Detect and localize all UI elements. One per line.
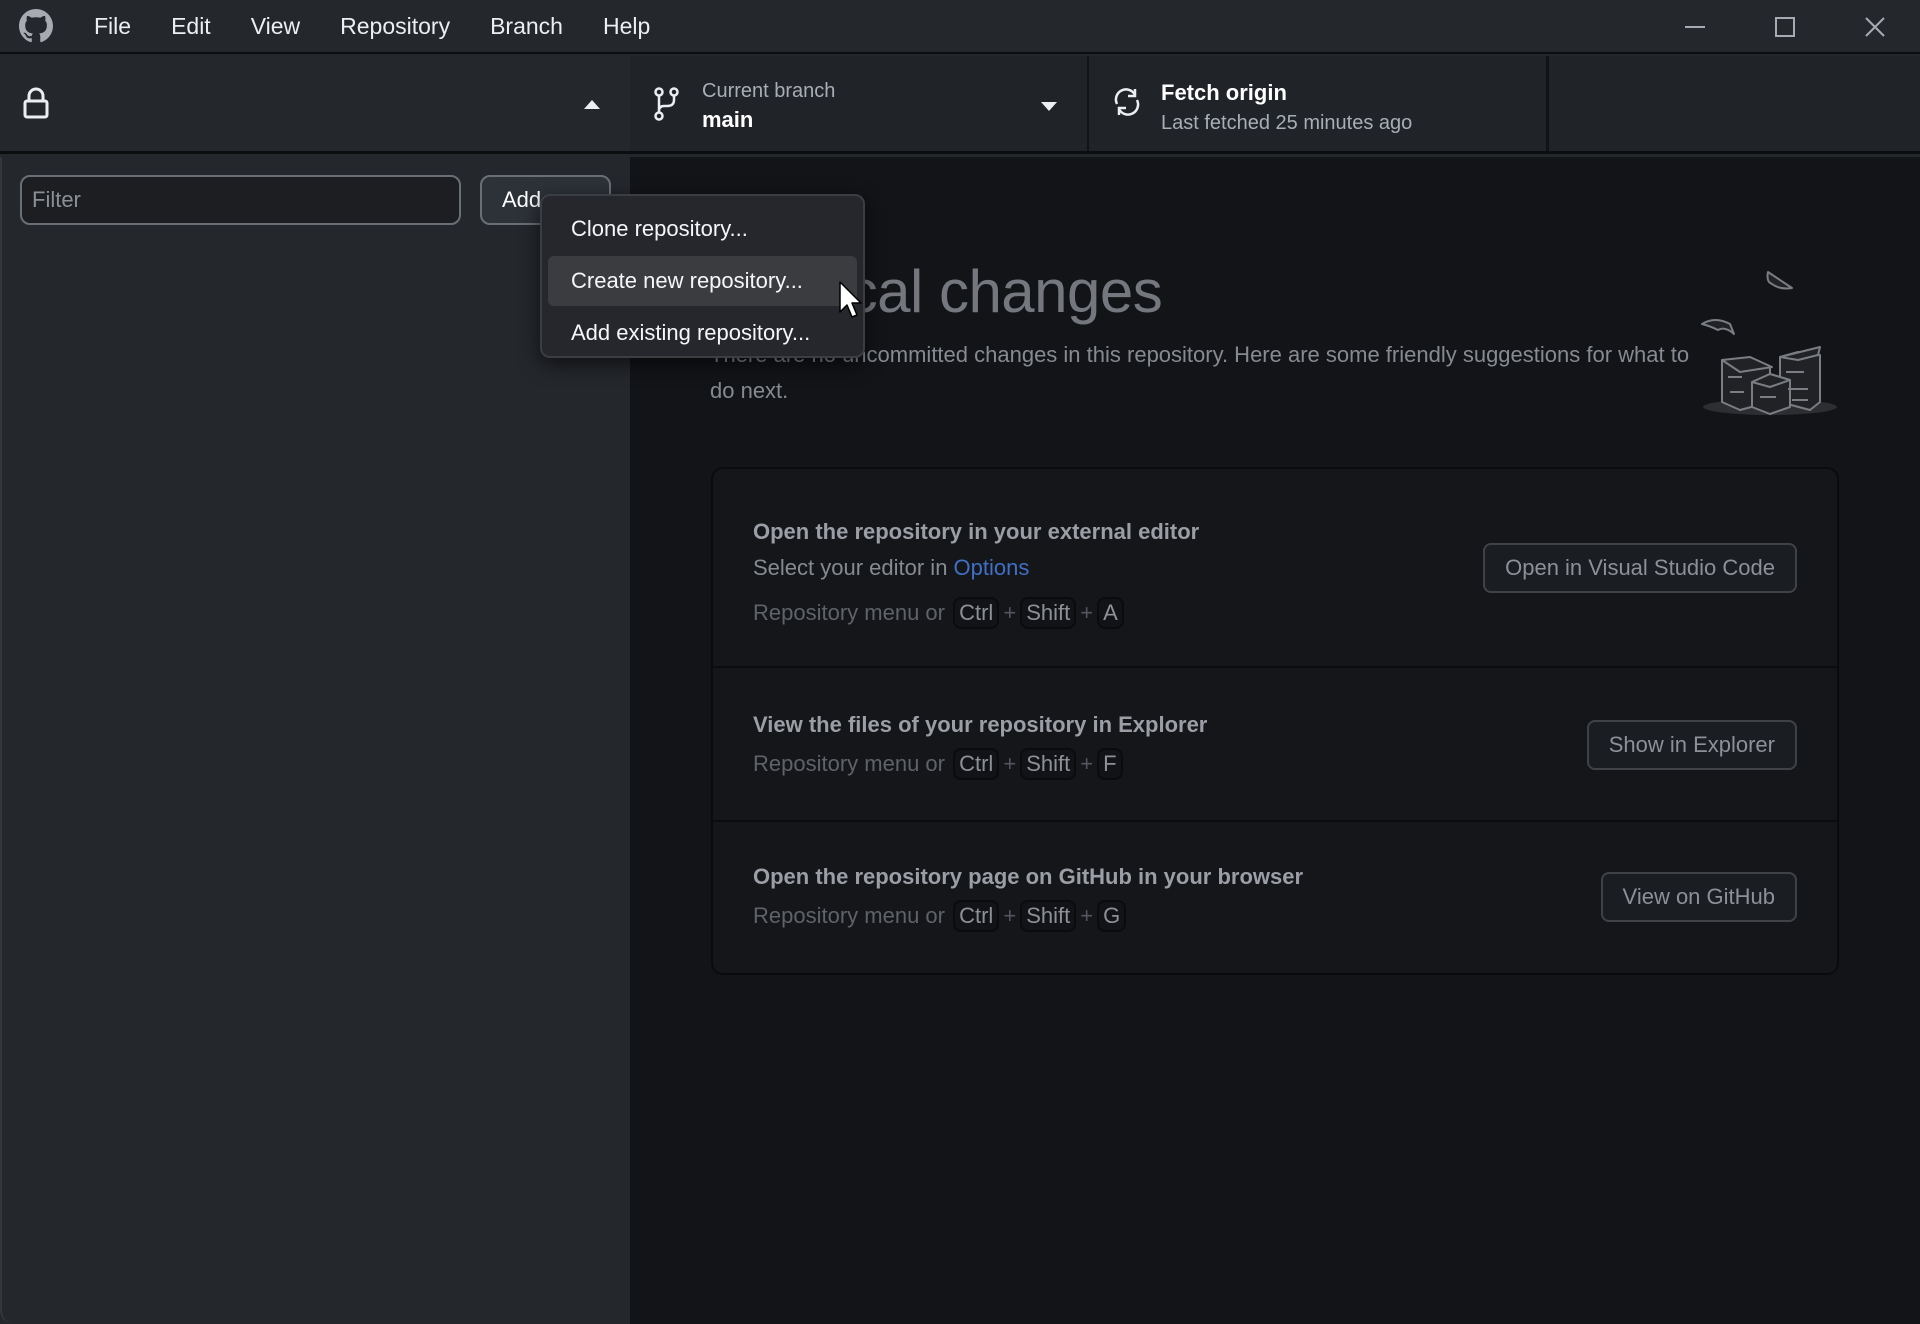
key-a: A bbox=[1097, 597, 1124, 629]
key-separator: + bbox=[1080, 903, 1094, 928]
key-ctrl: Ctrl bbox=[953, 900, 1000, 932]
show-in-explorer-button[interactable]: Show in Explorer bbox=[1586, 720, 1797, 770]
current-branch-name: main bbox=[702, 107, 754, 132]
keyboard-shortcut: Repository menu or Ctrl + Shift + A bbox=[753, 597, 1126, 629]
key-separator: + bbox=[1003, 903, 1017, 928]
current-branch-button[interactable]: Current branch main bbox=[630, 56, 1089, 151]
suggestion-title: Open the repository in your external edi… bbox=[753, 519, 1200, 544]
sync-icon bbox=[1114, 88, 1140, 116]
suggestion-title: Open the repository page on GitHub in yo… bbox=[753, 864, 1304, 889]
menu-branch[interactable]: Branch bbox=[470, 0, 583, 52]
last-fetched-text: Last fetched 25 minutes ago bbox=[1161, 112, 1413, 134]
repository-list-panel: Add bbox=[0, 157, 630, 1324]
key-g: G bbox=[1097, 900, 1127, 932]
suggestion-view-github: Open the repository page on GitHub in yo… bbox=[713, 822, 1837, 973]
menu-bar: File Edit View Repository Branch Help bbox=[74, 0, 670, 52]
subtitle-text: Select your editor in bbox=[753, 555, 954, 580]
filter-input[interactable] bbox=[20, 175, 461, 225]
key-separator: + bbox=[1080, 600, 1094, 625]
menu-repository[interactable]: Repository bbox=[320, 0, 470, 52]
key-shift: Shift bbox=[1020, 748, 1077, 780]
view-on-github-button[interactable]: View on GitHub bbox=[1600, 872, 1797, 922]
key-ctrl: Ctrl bbox=[953, 597, 1000, 629]
branch-icon bbox=[654, 87, 679, 121]
menu-item-create-new-repository[interactable]: Create new repository... bbox=[548, 256, 857, 306]
menu-item-clone-repository[interactable]: Clone repository... bbox=[548, 204, 857, 254]
maximize-icon bbox=[1775, 17, 1795, 37]
suggestion-open-editor: Open the repository in your external edi… bbox=[713, 469, 1837, 668]
fetch-origin-title: Fetch origin bbox=[1161, 80, 1287, 105]
fetch-origin-button[interactable]: Fetch origin Last fetched 25 minutes ago bbox=[1089, 56, 1549, 151]
close-icon bbox=[1865, 17, 1885, 37]
menu-edit[interactable]: Edit bbox=[151, 0, 231, 52]
menu-item-add-existing-repository[interactable]: Add existing repository... bbox=[548, 308, 857, 358]
current-branch-label: Current branch bbox=[702, 80, 836, 102]
menu-help[interactable]: Help bbox=[583, 0, 670, 52]
lock-icon bbox=[23, 87, 49, 119]
chevron-down-icon bbox=[1041, 102, 1057, 111]
shortcut-prefix: Repository menu or bbox=[753, 903, 945, 928]
repository-selector[interactable] bbox=[0, 56, 630, 151]
window-controls bbox=[1650, 0, 1920, 54]
mouse-pointer-icon bbox=[839, 281, 862, 318]
suggestions-card: Open the repository in your external edi… bbox=[711, 467, 1839, 975]
shortcut-prefix: Repository menu or bbox=[753, 600, 945, 625]
key-separator: + bbox=[1080, 751, 1094, 776]
key-ctrl: Ctrl bbox=[953, 748, 1000, 780]
key-separator: + bbox=[1003, 600, 1017, 625]
shortcut-prefix: Repository menu or bbox=[753, 751, 945, 776]
toolbar: Current branch main Fetch origin Last fe… bbox=[0, 56, 1920, 154]
minimize-icon bbox=[1685, 26, 1705, 28]
key-shift: Shift bbox=[1020, 900, 1077, 932]
suggestion-title: View the files of your repository in Exp… bbox=[753, 712, 1208, 737]
keyboard-shortcut: Repository menu or Ctrl + Shift + G bbox=[753, 900, 1128, 932]
key-f: F bbox=[1097, 748, 1123, 780]
close-button[interactable] bbox=[1830, 0, 1920, 54]
menu-file[interactable]: File bbox=[74, 0, 151, 52]
keyboard-shortcut: Repository menu or Ctrl + Shift + F bbox=[753, 748, 1125, 780]
github-icon bbox=[18, 8, 54, 44]
menu-view[interactable]: View bbox=[231, 0, 320, 52]
title-bar: File Edit View Repository Branch Help bbox=[0, 0, 1920, 54]
key-separator: + bbox=[1003, 751, 1017, 776]
key-shift: Shift bbox=[1020, 597, 1077, 629]
open-in-vscode-button[interactable]: Open in Visual Studio Code bbox=[1483, 543, 1797, 593]
options-link[interactable]: Options bbox=[954, 555, 1030, 580]
paper-stack-illustration bbox=[1701, 271, 1837, 415]
minimize-button[interactable] bbox=[1650, 0, 1740, 54]
suggestion-show-explorer: View the files of your repository in Exp… bbox=[713, 668, 1837, 822]
suggestion-subtitle: Select your editor in Options bbox=[753, 555, 1029, 581]
maximize-button[interactable] bbox=[1740, 0, 1830, 54]
caret-up-icon bbox=[584, 100, 600, 109]
add-repository-menu: Clone repository... Create new repositor… bbox=[540, 194, 865, 358]
